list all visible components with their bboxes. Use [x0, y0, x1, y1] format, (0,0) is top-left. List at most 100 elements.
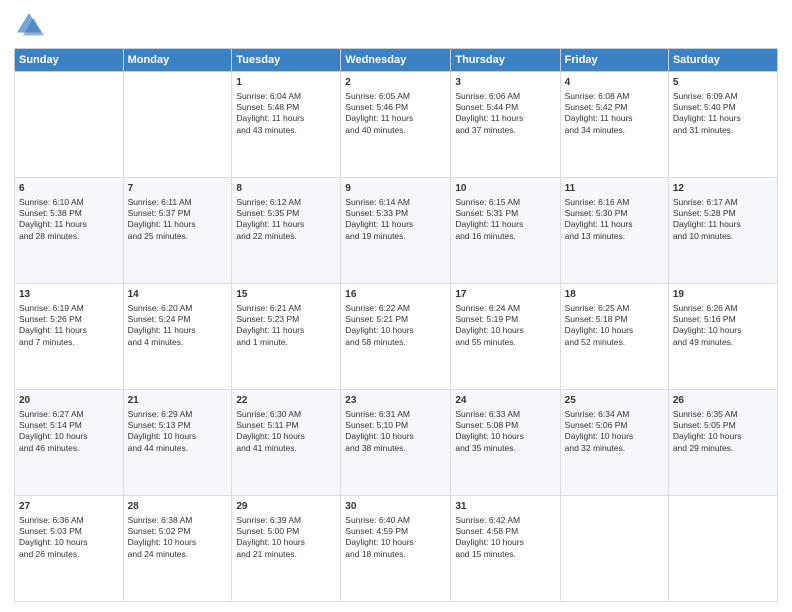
day-number: 20 — [19, 394, 119, 408]
day-number: 28 — [128, 500, 228, 514]
calendar-cell — [560, 496, 668, 602]
calendar-cell: 8Sunrise: 6:12 AMSunset: 5:35 PMDaylight… — [232, 178, 341, 284]
day-number: 2 — [345, 76, 446, 90]
calendar-cell: 2Sunrise: 6:05 AMSunset: 5:46 PMDaylight… — [341, 72, 451, 178]
day-number: 29 — [236, 500, 336, 514]
header — [14, 10, 778, 40]
calendar-week-0: 1Sunrise: 6:04 AMSunset: 5:48 PMDaylight… — [15, 72, 778, 178]
day-number: 27 — [19, 500, 119, 514]
calendar-header-monday: Monday — [123, 49, 232, 72]
calendar-week-3: 20Sunrise: 6:27 AMSunset: 5:14 PMDayligh… — [15, 390, 778, 496]
calendar-week-2: 13Sunrise: 6:19 AMSunset: 5:26 PMDayligh… — [15, 284, 778, 390]
calendar-cell: 30Sunrise: 6:40 AMSunset: 4:59 PMDayligh… — [341, 496, 451, 602]
calendar-header-row: SundayMondayTuesdayWednesdayThursdayFrid… — [15, 49, 778, 72]
calendar-cell: 7Sunrise: 6:11 AMSunset: 5:37 PMDaylight… — [123, 178, 232, 284]
day-number: 8 — [236, 182, 336, 196]
calendar-week-1: 6Sunrise: 6:10 AMSunset: 5:38 PMDaylight… — [15, 178, 778, 284]
day-info: Sunrise: 6:33 AMSunset: 5:08 PMDaylight:… — [455, 409, 555, 455]
day-info: Sunrise: 6:26 AMSunset: 5:16 PMDaylight:… — [673, 303, 773, 349]
calendar-cell: 13Sunrise: 6:19 AMSunset: 5:26 PMDayligh… — [15, 284, 124, 390]
day-info: Sunrise: 6:38 AMSunset: 5:02 PMDaylight:… — [128, 515, 228, 561]
calendar-cell: 4Sunrise: 6:08 AMSunset: 5:42 PMDaylight… — [560, 72, 668, 178]
calendar-cell: 21Sunrise: 6:29 AMSunset: 5:13 PMDayligh… — [123, 390, 232, 496]
day-number: 5 — [673, 76, 773, 90]
day-info: Sunrise: 6:42 AMSunset: 4:58 PMDaylight:… — [455, 515, 555, 561]
day-info: Sunrise: 6:30 AMSunset: 5:11 PMDaylight:… — [236, 409, 336, 455]
day-info: Sunrise: 6:36 AMSunset: 5:03 PMDaylight:… — [19, 515, 119, 561]
calendar-cell: 23Sunrise: 6:31 AMSunset: 5:10 PMDayligh… — [341, 390, 451, 496]
logo-icon — [14, 10, 44, 40]
day-number: 4 — [565, 76, 664, 90]
day-info: Sunrise: 6:35 AMSunset: 5:05 PMDaylight:… — [673, 409, 773, 455]
calendar-header-thursday: Thursday — [451, 49, 560, 72]
calendar-cell: 24Sunrise: 6:33 AMSunset: 5:08 PMDayligh… — [451, 390, 560, 496]
day-info: Sunrise: 6:16 AMSunset: 5:30 PMDaylight:… — [565, 197, 664, 243]
calendar-cell: 1Sunrise: 6:04 AMSunset: 5:48 PMDaylight… — [232, 72, 341, 178]
calendar-cell: 3Sunrise: 6:06 AMSunset: 5:44 PMDaylight… — [451, 72, 560, 178]
day-number: 13 — [19, 288, 119, 302]
day-number: 17 — [455, 288, 555, 302]
day-number: 6 — [19, 182, 119, 196]
calendar-cell: 18Sunrise: 6:25 AMSunset: 5:18 PMDayligh… — [560, 284, 668, 390]
day-info: Sunrise: 6:29 AMSunset: 5:13 PMDaylight:… — [128, 409, 228, 455]
day-number: 7 — [128, 182, 228, 196]
calendar-cell — [123, 72, 232, 178]
day-info: Sunrise: 6:22 AMSunset: 5:21 PMDaylight:… — [345, 303, 446, 349]
calendar-header-tuesday: Tuesday — [232, 49, 341, 72]
day-info: Sunrise: 6:15 AMSunset: 5:31 PMDaylight:… — [455, 197, 555, 243]
day-number: 26 — [673, 394, 773, 408]
calendar-cell: 19Sunrise: 6:26 AMSunset: 5:16 PMDayligh… — [668, 284, 777, 390]
day-number: 21 — [128, 394, 228, 408]
day-number: 15 — [236, 288, 336, 302]
calendar-cell: 12Sunrise: 6:17 AMSunset: 5:28 PMDayligh… — [668, 178, 777, 284]
day-number: 10 — [455, 182, 555, 196]
calendar-cell: 17Sunrise: 6:24 AMSunset: 5:19 PMDayligh… — [451, 284, 560, 390]
calendar-cell: 25Sunrise: 6:34 AMSunset: 5:06 PMDayligh… — [560, 390, 668, 496]
day-info: Sunrise: 6:31 AMSunset: 5:10 PMDaylight:… — [345, 409, 446, 455]
day-info: Sunrise: 6:34 AMSunset: 5:06 PMDaylight:… — [565, 409, 664, 455]
day-info: Sunrise: 6:17 AMSunset: 5:28 PMDaylight:… — [673, 197, 773, 243]
calendar-header-wednesday: Wednesday — [341, 49, 451, 72]
day-number: 22 — [236, 394, 336, 408]
day-info: Sunrise: 6:11 AMSunset: 5:37 PMDaylight:… — [128, 197, 228, 243]
day-info: Sunrise: 6:05 AMSunset: 5:46 PMDaylight:… — [345, 91, 446, 137]
day-info: Sunrise: 6:27 AMSunset: 5:14 PMDaylight:… — [19, 409, 119, 455]
day-number: 3 — [455, 76, 555, 90]
calendar-header-sunday: Sunday — [15, 49, 124, 72]
calendar-cell: 5Sunrise: 6:09 AMSunset: 5:40 PMDaylight… — [668, 72, 777, 178]
day-number: 9 — [345, 182, 446, 196]
day-number: 12 — [673, 182, 773, 196]
day-info: Sunrise: 6:12 AMSunset: 5:35 PMDaylight:… — [236, 197, 336, 243]
day-number: 24 — [455, 394, 555, 408]
day-number: 25 — [565, 394, 664, 408]
calendar-cell: 14Sunrise: 6:20 AMSunset: 5:24 PMDayligh… — [123, 284, 232, 390]
calendar-cell — [15, 72, 124, 178]
calendar-header-saturday: Saturday — [668, 49, 777, 72]
calendar-table: SundayMondayTuesdayWednesdayThursdayFrid… — [14, 48, 778, 602]
day-info: Sunrise: 6:25 AMSunset: 5:18 PMDaylight:… — [565, 303, 664, 349]
day-number: 31 — [455, 500, 555, 514]
calendar-cell: 26Sunrise: 6:35 AMSunset: 5:05 PMDayligh… — [668, 390, 777, 496]
calendar-week-4: 27Sunrise: 6:36 AMSunset: 5:03 PMDayligh… — [15, 496, 778, 602]
day-info: Sunrise: 6:24 AMSunset: 5:19 PMDaylight:… — [455, 303, 555, 349]
calendar-cell: 6Sunrise: 6:10 AMSunset: 5:38 PMDaylight… — [15, 178, 124, 284]
day-number: 11 — [565, 182, 664, 196]
page-container: SundayMondayTuesdayWednesdayThursdayFrid… — [0, 0, 792, 612]
day-info: Sunrise: 6:40 AMSunset: 4:59 PMDaylight:… — [345, 515, 446, 561]
day-info: Sunrise: 6:21 AMSunset: 5:23 PMDaylight:… — [236, 303, 336, 349]
day-number: 1 — [236, 76, 336, 90]
day-info: Sunrise: 6:09 AMSunset: 5:40 PMDaylight:… — [673, 91, 773, 137]
day-number: 30 — [345, 500, 446, 514]
day-number: 19 — [673, 288, 773, 302]
calendar-cell: 15Sunrise: 6:21 AMSunset: 5:23 PMDayligh… — [232, 284, 341, 390]
calendar-cell: 20Sunrise: 6:27 AMSunset: 5:14 PMDayligh… — [15, 390, 124, 496]
day-info: Sunrise: 6:10 AMSunset: 5:38 PMDaylight:… — [19, 197, 119, 243]
calendar-cell: 27Sunrise: 6:36 AMSunset: 5:03 PMDayligh… — [15, 496, 124, 602]
day-info: Sunrise: 6:19 AMSunset: 5:26 PMDaylight:… — [19, 303, 119, 349]
calendar-cell: 10Sunrise: 6:15 AMSunset: 5:31 PMDayligh… — [451, 178, 560, 284]
day-info: Sunrise: 6:04 AMSunset: 5:48 PMDaylight:… — [236, 91, 336, 137]
calendar-cell: 16Sunrise: 6:22 AMSunset: 5:21 PMDayligh… — [341, 284, 451, 390]
day-number: 16 — [345, 288, 446, 302]
calendar-cell: 9Sunrise: 6:14 AMSunset: 5:33 PMDaylight… — [341, 178, 451, 284]
day-number: 18 — [565, 288, 664, 302]
